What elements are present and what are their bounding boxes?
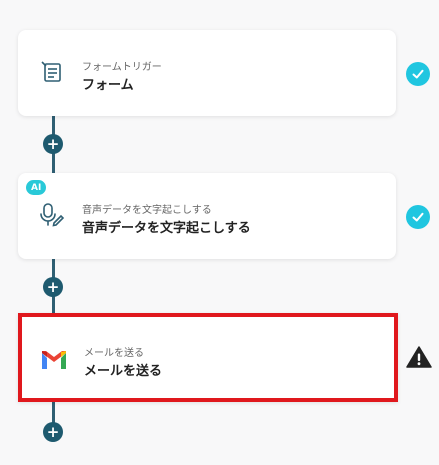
step-title: フォーム — [82, 78, 134, 93]
add-step-button[interactable]: + — [43, 134, 63, 154]
form-icon — [38, 58, 66, 86]
check-icon — [406, 62, 430, 86]
step-card-transcribe[interactable]: 音声データを文字起こしする 音声データを文字起こしする — [18, 173, 396, 259]
step-title: メールを送る — [84, 364, 163, 379]
check-icon — [406, 205, 430, 229]
step-subtitle: メールを送る — [84, 348, 144, 359]
microphone-icon — [38, 201, 66, 229]
add-step-button[interactable]: + — [43, 422, 63, 442]
add-step-button[interactable]: + — [43, 277, 63, 297]
step-card-send-mail[interactable]: メールを送る メールを送る — [18, 313, 398, 402]
step-card-form-trigger[interactable]: フォームトリガー フォーム — [18, 30, 396, 116]
warning-icon — [406, 345, 432, 369]
gmail-icon — [40, 349, 68, 377]
ai-badge: AI — [26, 180, 47, 195]
step-title: 音声データを文字起こしする — [82, 221, 251, 236]
step-subtitle: フォームトリガー — [82, 62, 162, 73]
step-subtitle: 音声データを文字起こしする — [82, 205, 212, 216]
